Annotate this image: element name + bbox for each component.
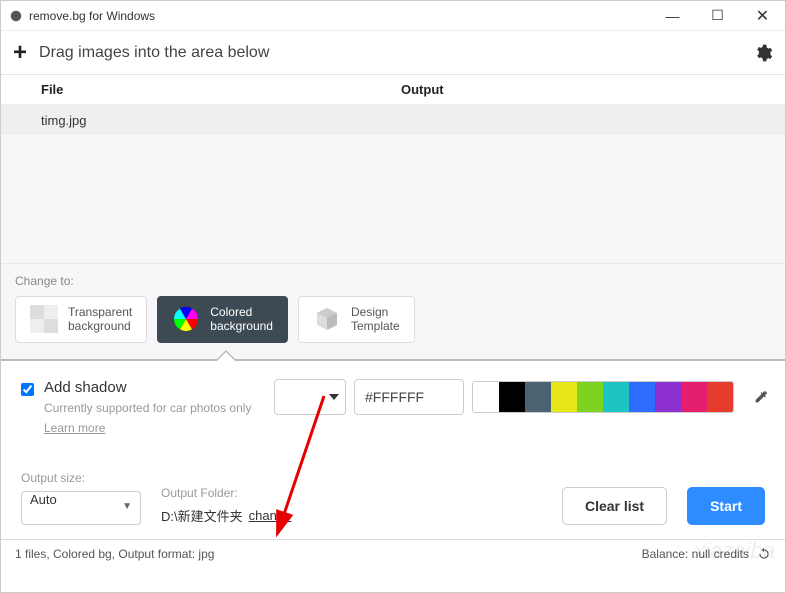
eyedropper-button[interactable] — [748, 382, 774, 412]
list-item[interactable]: timg.jpg — [1, 105, 785, 135]
maximize-button[interactable]: ☐ — [695, 1, 740, 31]
option-design-template[interactable]: DesignTemplate — [298, 296, 415, 343]
statusbar: 1 files, Colored bg, Output format: jpg … — [1, 539, 785, 569]
swatch-yellow[interactable] — [551, 382, 577, 412]
checker-icon — [30, 305, 58, 333]
minimize-button[interactable]: — — [650, 1, 695, 31]
detail-panel: Add shadow Currently supported for car p… — [1, 361, 785, 447]
swatch-green[interactable] — [577, 382, 603, 412]
change-to-panel: Change to: Transparentbackground Color — [1, 263, 785, 359]
add-shadow-subtitle: Currently supported for car photos only — [44, 400, 264, 417]
swatch-slate[interactable] — [525, 382, 551, 412]
eyedropper-icon — [753, 389, 769, 405]
titlebar: remove.bg for Windows — ☐ ✕ — [1, 1, 785, 31]
change-folder-link[interactable]: change — [249, 508, 292, 523]
bg-options: Transparentbackground Coloredbackground — [15, 296, 771, 343]
option-transparent[interactable]: Transparentbackground — [15, 296, 147, 343]
swatch-blue[interactable] — [629, 382, 655, 412]
add-shadow-checkbox[interactable] — [21, 383, 34, 396]
swatch-pink[interactable] — [681, 382, 707, 412]
change-to-label: Change to: — [15, 274, 771, 288]
window-title: remove.bg for Windows — [29, 9, 650, 23]
output-size-select[interactable]: Auto — [21, 491, 141, 525]
swatch-purple[interactable] — [655, 382, 681, 412]
selection-caret — [216, 350, 236, 360]
add-shadow-label: Add shadow — [44, 379, 264, 396]
cube-icon — [313, 305, 341, 333]
hex-input[interactable] — [354, 379, 464, 415]
drop-hint: Drag images into the area below — [39, 44, 753, 62]
swatch-red[interactable] — [707, 382, 733, 412]
toolbar: + Drag images into the area below — [1, 31, 785, 75]
output-size-label: Output size: — [21, 471, 141, 485]
status-left: 1 files, Colored bg, Output format: jpg — [15, 547, 214, 561]
output-folder-path: D:\新建文件夹 — [161, 506, 243, 525]
column-file: File — [41, 82, 401, 97]
start-button[interactable]: Start — [687, 487, 765, 525]
swatch-black[interactable] — [499, 382, 525, 412]
refresh-icon[interactable] — [757, 547, 771, 561]
add-button[interactable]: + — [13, 39, 27, 67]
color-preset-dropdown[interactable] — [274, 379, 346, 415]
learn-more-link[interactable]: Learn more — [44, 421, 105, 435]
output-row: Output size: Auto Output Folder: D:\新建文件… — [1, 447, 785, 539]
output-folder-label: Output Folder: — [161, 486, 291, 500]
color-swatches — [472, 381, 734, 413]
status-balance: Balance: null credits — [642, 547, 749, 561]
option-colored[interactable]: Coloredbackground — [157, 296, 288, 343]
clear-list-button[interactable]: Clear list — [562, 487, 667, 525]
close-button[interactable]: ✕ — [740, 1, 785, 31]
app-icon — [9, 9, 23, 23]
column-output: Output — [401, 82, 773, 97]
list-header: File Output — [1, 75, 785, 105]
gear-icon[interactable] — [753, 43, 773, 63]
file-list[interactable]: timg.jpg — [1, 105, 785, 263]
color-wheel-icon — [172, 305, 200, 333]
file-cell: timg.jpg — [41, 113, 87, 128]
swatch-teal[interactable] — [603, 382, 629, 412]
swatch-white[interactable] — [473, 382, 499, 412]
